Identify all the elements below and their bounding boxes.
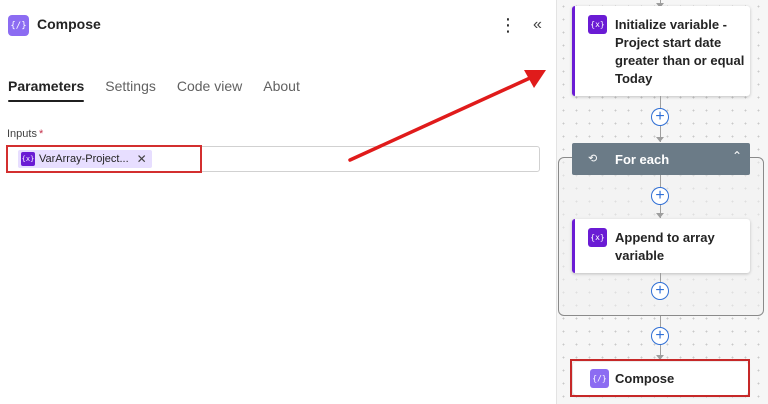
panel-tabs: Parameters Settings Code view About — [8, 76, 321, 102]
initialize-variable-card[interactable]: {x} Initialize variable - Project start … — [572, 6, 750, 96]
append-to-array-card[interactable]: {x} Append to array variable — [572, 219, 750, 273]
panel-header: {/} Compose ⋮ « — [0, 0, 556, 52]
connector-arrow — [656, 213, 664, 218]
tab-code-view[interactable]: Code view — [177, 76, 242, 102]
foreach-header[interactable]: ⟲ For each ⌃ — [572, 143, 750, 175]
panel-title: Compose — [37, 16, 101, 32]
action-config-panel: {/} Compose ⋮ « Parameters Settings Code… — [0, 0, 556, 404]
add-step-icon[interactable]: + — [651, 187, 669, 205]
add-step-icon[interactable]: + — [651, 282, 669, 300]
foreach-title: For each — [615, 152, 670, 167]
chevron-up-icon[interactable]: ⌃ — [732, 149, 742, 163]
append-to-array-title: Append to array variable — [615, 230, 715, 263]
variable-icon: {x} — [588, 15, 607, 34]
add-step-icon[interactable]: + — [651, 327, 669, 345]
tab-about[interactable]: About — [263, 76, 300, 102]
add-step-icon[interactable]: + — [651, 108, 669, 126]
loop-icon: ⟲ — [588, 153, 598, 165]
required-marker: * — [38, 128, 44, 140]
variable-icon: {x} — [588, 228, 607, 247]
compose-icon: {/} — [8, 15, 29, 36]
inputs-label-text: Inputs — [7, 128, 37, 140]
compose-highlight-box — [570, 359, 750, 397]
tab-parameters[interactable]: Parameters — [8, 76, 85, 102]
connector-arrow — [656, 137, 664, 142]
more-options-icon[interactable]: ⋮ — [499, 14, 517, 36]
initialize-variable-title: Initialize variable - Project start date… — [615, 17, 745, 86]
inputs-label: Inputs * — [7, 128, 43, 140]
collapse-panel-icon[interactable]: « — [527, 14, 545, 36]
token-highlight-box — [6, 145, 202, 173]
tab-settings[interactable]: Settings — [105, 76, 156, 102]
